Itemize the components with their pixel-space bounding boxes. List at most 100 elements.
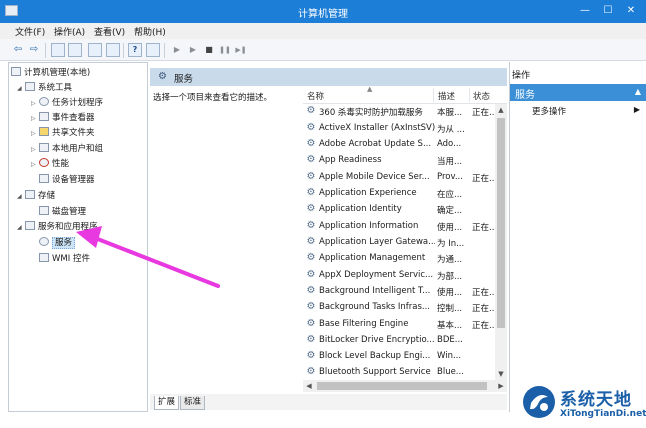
menu-bar: 文件(F) 操作(A) 查看(V) 帮助(H)	[0, 23, 646, 39]
collapse-icon[interactable]: ◢	[17, 221, 25, 235]
folder-up-icon[interactable]	[51, 43, 65, 57]
table-row[interactable]: ⚙ Bluetooth Support Service Blue...	[303, 365, 495, 381]
maximize-button[interactable]: ☐	[597, 2, 619, 20]
tree-item-performance[interactable]: ▷ 性能	[31, 157, 69, 171]
table-row[interactable]: ⚙ Background Intelligent T... 使用... 正在...	[303, 284, 495, 300]
column-description[interactable]: 描述	[438, 90, 455, 102]
expand-icon[interactable]: ▷	[31, 97, 39, 111]
tree-item-services[interactable]: 服务	[39, 236, 76, 250]
tab-standard[interactable]: 标准	[180, 396, 206, 410]
column-divider[interactable]	[433, 88, 434, 102]
table-row[interactable]: ⚙ 360 杀毒实时防护加载服务 本服... 正在...	[303, 104, 495, 120]
close-button[interactable]: ✕	[620, 2, 642, 20]
tree-item-disk-management[interactable]: 磁盘管理	[39, 205, 86, 219]
tree-item-shared-folders[interactable]: ▷ 共享文件夹	[31, 126, 95, 140]
menu-view[interactable]: 查看(V)	[94, 25, 125, 38]
wmi-icon	[39, 253, 49, 262]
forward-arrow-icon[interactable]: ⇨	[27, 43, 41, 57]
stop-icon[interactable]: ■	[202, 43, 216, 57]
column-divider[interactable]	[469, 88, 470, 102]
gear-icon: ⚙	[306, 105, 316, 116]
scroll-up-icon[interactable]: ▲	[495, 104, 507, 116]
table-row[interactable]: ⚙ BitLocker Drive Encryptio... BDE...	[303, 333, 495, 349]
gear-icon: ⚙	[306, 122, 316, 133]
scroll-left-icon[interactable]: ◀	[303, 380, 315, 392]
table-row[interactable]: ⚙ App Readiness 当用...	[303, 153, 495, 169]
collapse-icon[interactable]: ◢	[17, 190, 25, 204]
play-icon[interactable]: ▶	[186, 43, 200, 57]
menu-help[interactable]: 帮助(H)	[134, 25, 166, 38]
watermark: 系统天地 XiTongTianDi.net	[522, 383, 646, 425]
description-text: 选择一个项目来查看它的描述。	[153, 93, 273, 103]
refresh-icon[interactable]	[88, 43, 102, 57]
pause-icon[interactable]: ❚❚	[218, 43, 232, 57]
tree-item-root[interactable]: 计算机管理(本地)	[11, 66, 90, 80]
scroll-down-icon[interactable]: ▼	[495, 368, 507, 380]
users-icon	[39, 143, 49, 152]
table-row[interactable]: ⚙ Application Identity 确定...	[303, 202, 495, 218]
tree-item-task-scheduler[interactable]: ▷ 任务计划程序	[31, 96, 103, 110]
table-row[interactable]: ⚙ Application Experience 在应...	[303, 186, 495, 202]
tree-item-services-apps[interactable]: ◢ 服务和应用程序	[17, 220, 98, 234]
toolbar-separator	[164, 43, 165, 58]
gear-icon: ⚙	[306, 236, 316, 247]
start-service-icon[interactable]: ▶	[170, 43, 184, 57]
table-row[interactable]: ⚙ Adobe Acrobat Update S... Ado...	[303, 137, 495, 153]
tree-item-device-manager[interactable]: 设备管理器	[39, 173, 95, 187]
minimize-button[interactable]: —	[574, 2, 596, 20]
menu-action[interactable]: 操作(A)	[54, 25, 85, 38]
more-actions[interactable]: 更多操作	[532, 105, 566, 117]
vertical-scrollbar[interactable]: ▲ ▼	[495, 104, 507, 380]
table-row[interactable]: ⚙ Application Layer Gatewa... 为 In...	[303, 235, 495, 251]
table-row[interactable]: ⚙ Background Tasks Infras... 控制... 正在...	[303, 300, 495, 316]
properties-icon[interactable]	[68, 43, 82, 57]
actions-section-services[interactable]: 服务 ▲	[510, 84, 646, 101]
column-name[interactable]: 名称	[307, 90, 324, 102]
toolbar-separator	[123, 43, 124, 58]
tab-extended[interactable]: 扩展	[154, 396, 180, 410]
gear-icon: ⚙	[306, 138, 316, 149]
horizontal-scrollbar[interactable]: ◀ ▶	[303, 380, 507, 392]
expand-icon[interactable]: ▷	[31, 143, 39, 157]
tree-item-storage[interactable]: ◢ 存储	[17, 189, 55, 203]
table-row[interactable]: ⚙ Base Filtering Engine 基本... 正在...	[303, 317, 495, 333]
actions-pane: 操作 服务 ▲ 更多操作 ▶	[509, 62, 646, 412]
console-icon[interactable]	[146, 43, 160, 57]
export-icon[interactable]	[106, 43, 120, 57]
back-arrow-icon[interactable]: ⇦	[11, 43, 25, 57]
table-row[interactable]: ⚙ Application Information 使用... 正在...	[303, 219, 495, 235]
tree-item-event-viewer[interactable]: ▷ 事件查看器	[31, 111, 95, 125]
scroll-thumb[interactable]	[317, 382, 487, 390]
table-row[interactable]: ⚙ Apple Mobile Device Ser... Prov... 正在...	[303, 170, 495, 186]
collapse-up-icon[interactable]: ▲	[635, 87, 641, 96]
table-row[interactable]: ⚙ Application Management 为通...	[303, 251, 495, 267]
tree-item-wmi[interactable]: WMI 控件	[39, 252, 90, 266]
table-row[interactable]: ⚙ AppX Deployment Servic... 为部...	[303, 268, 495, 284]
toolbar-separator	[45, 43, 46, 58]
gear-icon: ⚙	[306, 301, 316, 312]
expand-icon[interactable]: ▷	[31, 127, 39, 141]
submenu-arrow-icon[interactable]: ▶	[634, 105, 640, 114]
table-row[interactable]: ⚙ Block Level Backup Engi... Win...	[303, 349, 495, 365]
expand-icon[interactable]: ▷	[31, 112, 39, 126]
scroll-thumb[interactable]	[497, 118, 505, 328]
expand-icon[interactable]: ▷	[31, 158, 39, 172]
event-viewer-icon	[39, 112, 49, 121]
actions-section-label: 服务	[515, 90, 535, 101]
tree-item-local-users[interactable]: ▷ 本地用户和组	[31, 142, 103, 156]
column-headers: ▲ 名称 描述 状态	[303, 85, 507, 104]
folder-icon	[39, 127, 49, 136]
gear-icon: ⚙	[306, 269, 316, 280]
gear-icon: ⚙	[306, 203, 316, 214]
table-row[interactable]: ⚙ ActiveX Installer (AxInstSV) 为从 ...	[303, 121, 495, 137]
help-icon[interactable]: ?	[128, 43, 142, 57]
menu-file[interactable]: 文件(F)	[15, 25, 45, 38]
collapse-icon[interactable]: ◢	[17, 82, 25, 96]
scroll-right-icon[interactable]: ▶	[495, 380, 507, 392]
title-bar: 计算机管理 — ☐ ✕	[0, 0, 646, 23]
column-status[interactable]: 状态	[473, 90, 490, 102]
window-title: 计算机管理	[298, 9, 348, 20]
restart-icon[interactable]: ▶❚	[234, 43, 248, 57]
gear-icon: ⚙	[306, 366, 316, 377]
tree-item-system-tools[interactable]: ◢ 系统工具	[17, 81, 72, 95]
